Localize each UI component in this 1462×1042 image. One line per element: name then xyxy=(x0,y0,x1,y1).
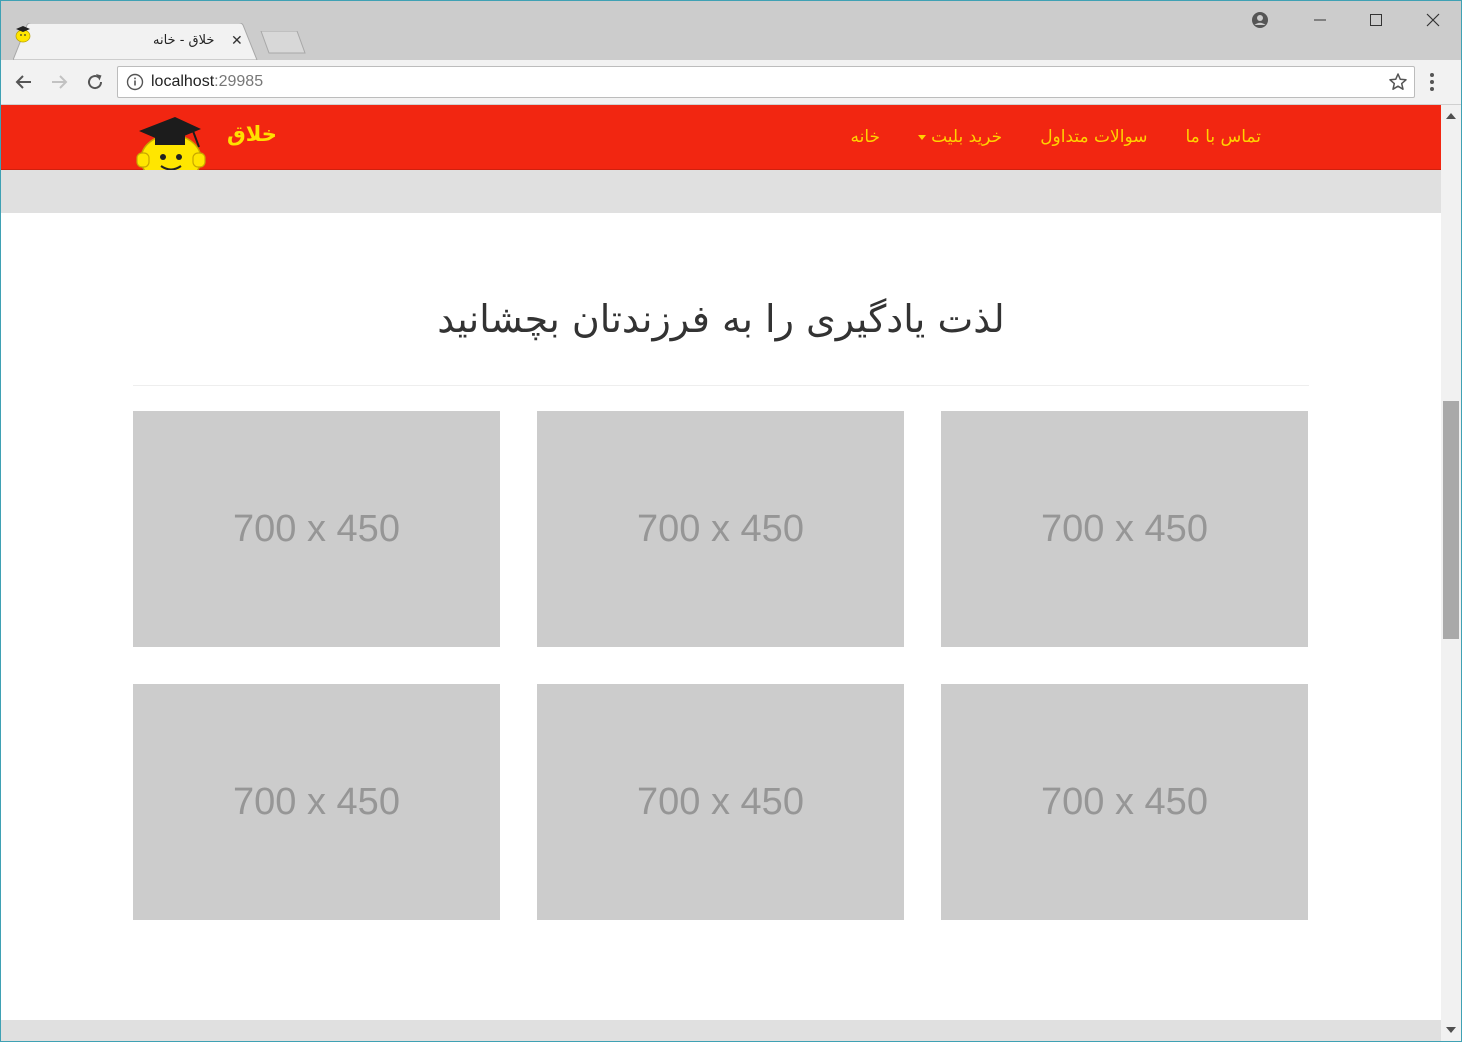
window-close-icon[interactable] xyxy=(1418,7,1448,33)
dropdown-caret-icon xyxy=(918,134,927,140)
placeholder-label: 700 x 450 xyxy=(233,507,400,550)
nav-contact-label: تماس با ما xyxy=(1185,127,1262,147)
url-port: :29985 xyxy=(214,73,264,90)
new-tab-button[interactable] xyxy=(259,31,309,55)
minimize-icon[interactable] xyxy=(1305,7,1335,33)
footer-band xyxy=(1,1020,1441,1041)
site-navbar: خلاق خانه خرید بلیت سوالات متداول تماس ب… xyxy=(1,105,1441,184)
reload-icon[interactable] xyxy=(82,69,108,95)
vertical-scrollbar[interactable] xyxy=(1441,105,1461,1041)
scroll-up-arrow-icon[interactable] xyxy=(1446,113,1456,119)
nav-contact[interactable]: تماس با ما xyxy=(1186,127,1262,147)
image-placeholder[interactable]: 700 x 450 xyxy=(133,684,500,920)
heading-divider xyxy=(133,385,1309,386)
url-text: localhost:29985 xyxy=(151,73,263,91)
nav-home-label: خانه xyxy=(850,127,881,147)
nav-faq[interactable]: سوالات متداول xyxy=(1040,127,1147,147)
placeholder-label: 700 x 450 xyxy=(233,780,400,823)
placeholder-label: 700 x 450 xyxy=(637,507,804,550)
back-arrow-icon[interactable] xyxy=(11,69,37,95)
image-placeholder[interactable]: 700 x 450 xyxy=(941,684,1308,920)
browser-menu-icon[interactable] xyxy=(1429,72,1435,92)
nav-buy-ticket-dropdown[interactable]: خرید بلیت xyxy=(918,127,1002,147)
tab-strip: خلاق - خانه ✕ xyxy=(1,1,1461,60)
image-placeholder[interactable]: 700 x 450 xyxy=(537,684,904,920)
profile-icon[interactable] xyxy=(1245,7,1275,33)
nav-home[interactable]: خانه xyxy=(851,127,881,147)
browser-toolbar: localhost:29985 xyxy=(1,60,1461,105)
header-band xyxy=(1,170,1441,213)
scrollbar-thumb[interactable] xyxy=(1443,401,1459,639)
placeholder-label: 700 x 450 xyxy=(637,780,804,823)
nav-faq-label: سوالات متداول xyxy=(1040,127,1148,147)
placeholder-label: 700 x 450 xyxy=(1041,507,1208,550)
scroll-down-arrow-icon[interactable] xyxy=(1446,1027,1456,1033)
nav-buy-ticket-label: خرید بلیت xyxy=(931,127,1003,147)
site-favicon-icon xyxy=(15,26,31,43)
close-tab-icon[interactable]: ✕ xyxy=(231,32,243,50)
main-nav: خانه خرید بلیت سوالات متداول تماس با ما xyxy=(813,105,1261,169)
forward-arrow-icon[interactable] xyxy=(46,69,72,95)
image-placeholder[interactable]: 700 x 450 xyxy=(133,411,500,647)
image-placeholder[interactable]: 700 x 450 xyxy=(537,411,904,647)
brand-name[interactable]: خلاق xyxy=(227,122,277,146)
active-tab[interactable]: خلاق - خانه ✕ xyxy=(13,23,258,60)
url-host: localhost xyxy=(151,73,215,90)
address-bar[interactable]: localhost:29985 xyxy=(117,66,1415,98)
tab-shape xyxy=(13,23,258,60)
tab-title: خلاق - خانه xyxy=(153,33,215,48)
info-icon[interactable] xyxy=(126,73,144,91)
image-placeholder[interactable]: 700 x 450 xyxy=(941,411,1308,647)
browser-window: خلاق - خانه ✕ localhost:29985 خلاق خانه … xyxy=(0,0,1462,1042)
page-heading: لذت یادگیری را به فرزندتان بچشانید xyxy=(437,297,1005,341)
maximize-icon[interactable] xyxy=(1361,7,1391,33)
page-viewport: خلاق خانه خرید بلیت سوالات متداول تماس ب… xyxy=(1,105,1441,1041)
bookmark-star-icon[interactable] xyxy=(1388,72,1408,92)
placeholder-label: 700 x 450 xyxy=(1041,780,1208,823)
